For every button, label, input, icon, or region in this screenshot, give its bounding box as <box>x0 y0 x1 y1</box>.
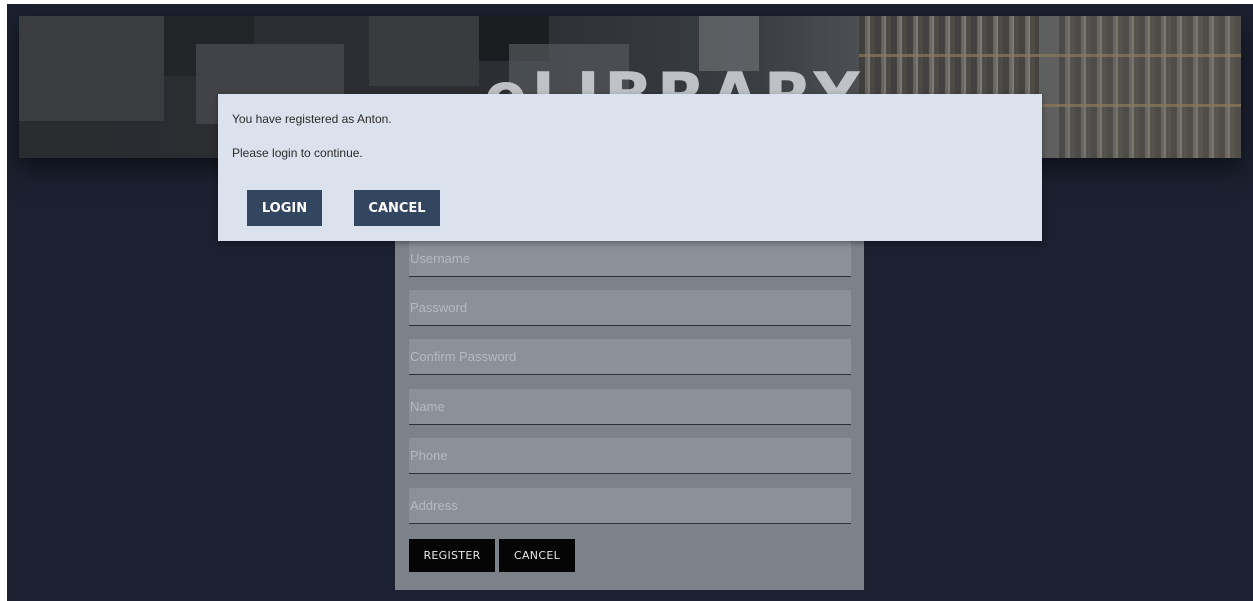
username-input[interactable] <box>409 241 851 276</box>
banner-tile <box>19 16 164 121</box>
dialog-login-button[interactable]: LOGIN <box>247 190 322 226</box>
register-form: REGISTER CANCEL <box>395 224 864 590</box>
shelf-divider <box>859 54 1241 57</box>
password-input[interactable] <box>409 290 851 325</box>
confirm-password-input[interactable] <box>409 339 851 374</box>
banner-tile <box>369 16 479 86</box>
dialog-cancel-button[interactable]: CANCEL <box>354 190 440 226</box>
phone-field[interactable] <box>409 438 851 474</box>
address-field[interactable] <box>409 488 851 524</box>
password-field[interactable] <box>409 290 851 326</box>
app-viewport: eLIBRARY REGISTER CANCEL You have regist… <box>7 4 1253 601</box>
dialog-message-registered: You have registered as Anton. <box>232 112 392 126</box>
confirm-password-field[interactable] <box>409 339 851 375</box>
username-field[interactable] <box>409 241 851 277</box>
dialog-message-login-prompt: Please login to continue. <box>232 146 363 160</box>
phone-input[interactable] <box>409 438 851 473</box>
registration-success-dialog: You have registered as Anton. Please log… <box>218 94 1042 241</box>
form-cancel-button[interactable]: CANCEL <box>499 539 575 572</box>
bookshelf-graphic <box>1059 16 1241 158</box>
address-input[interactable] <box>409 488 851 523</box>
register-button[interactable]: REGISTER <box>409 539 495 572</box>
name-input[interactable] <box>409 389 851 424</box>
banner-tile <box>19 121 109 158</box>
name-field[interactable] <box>409 389 851 425</box>
